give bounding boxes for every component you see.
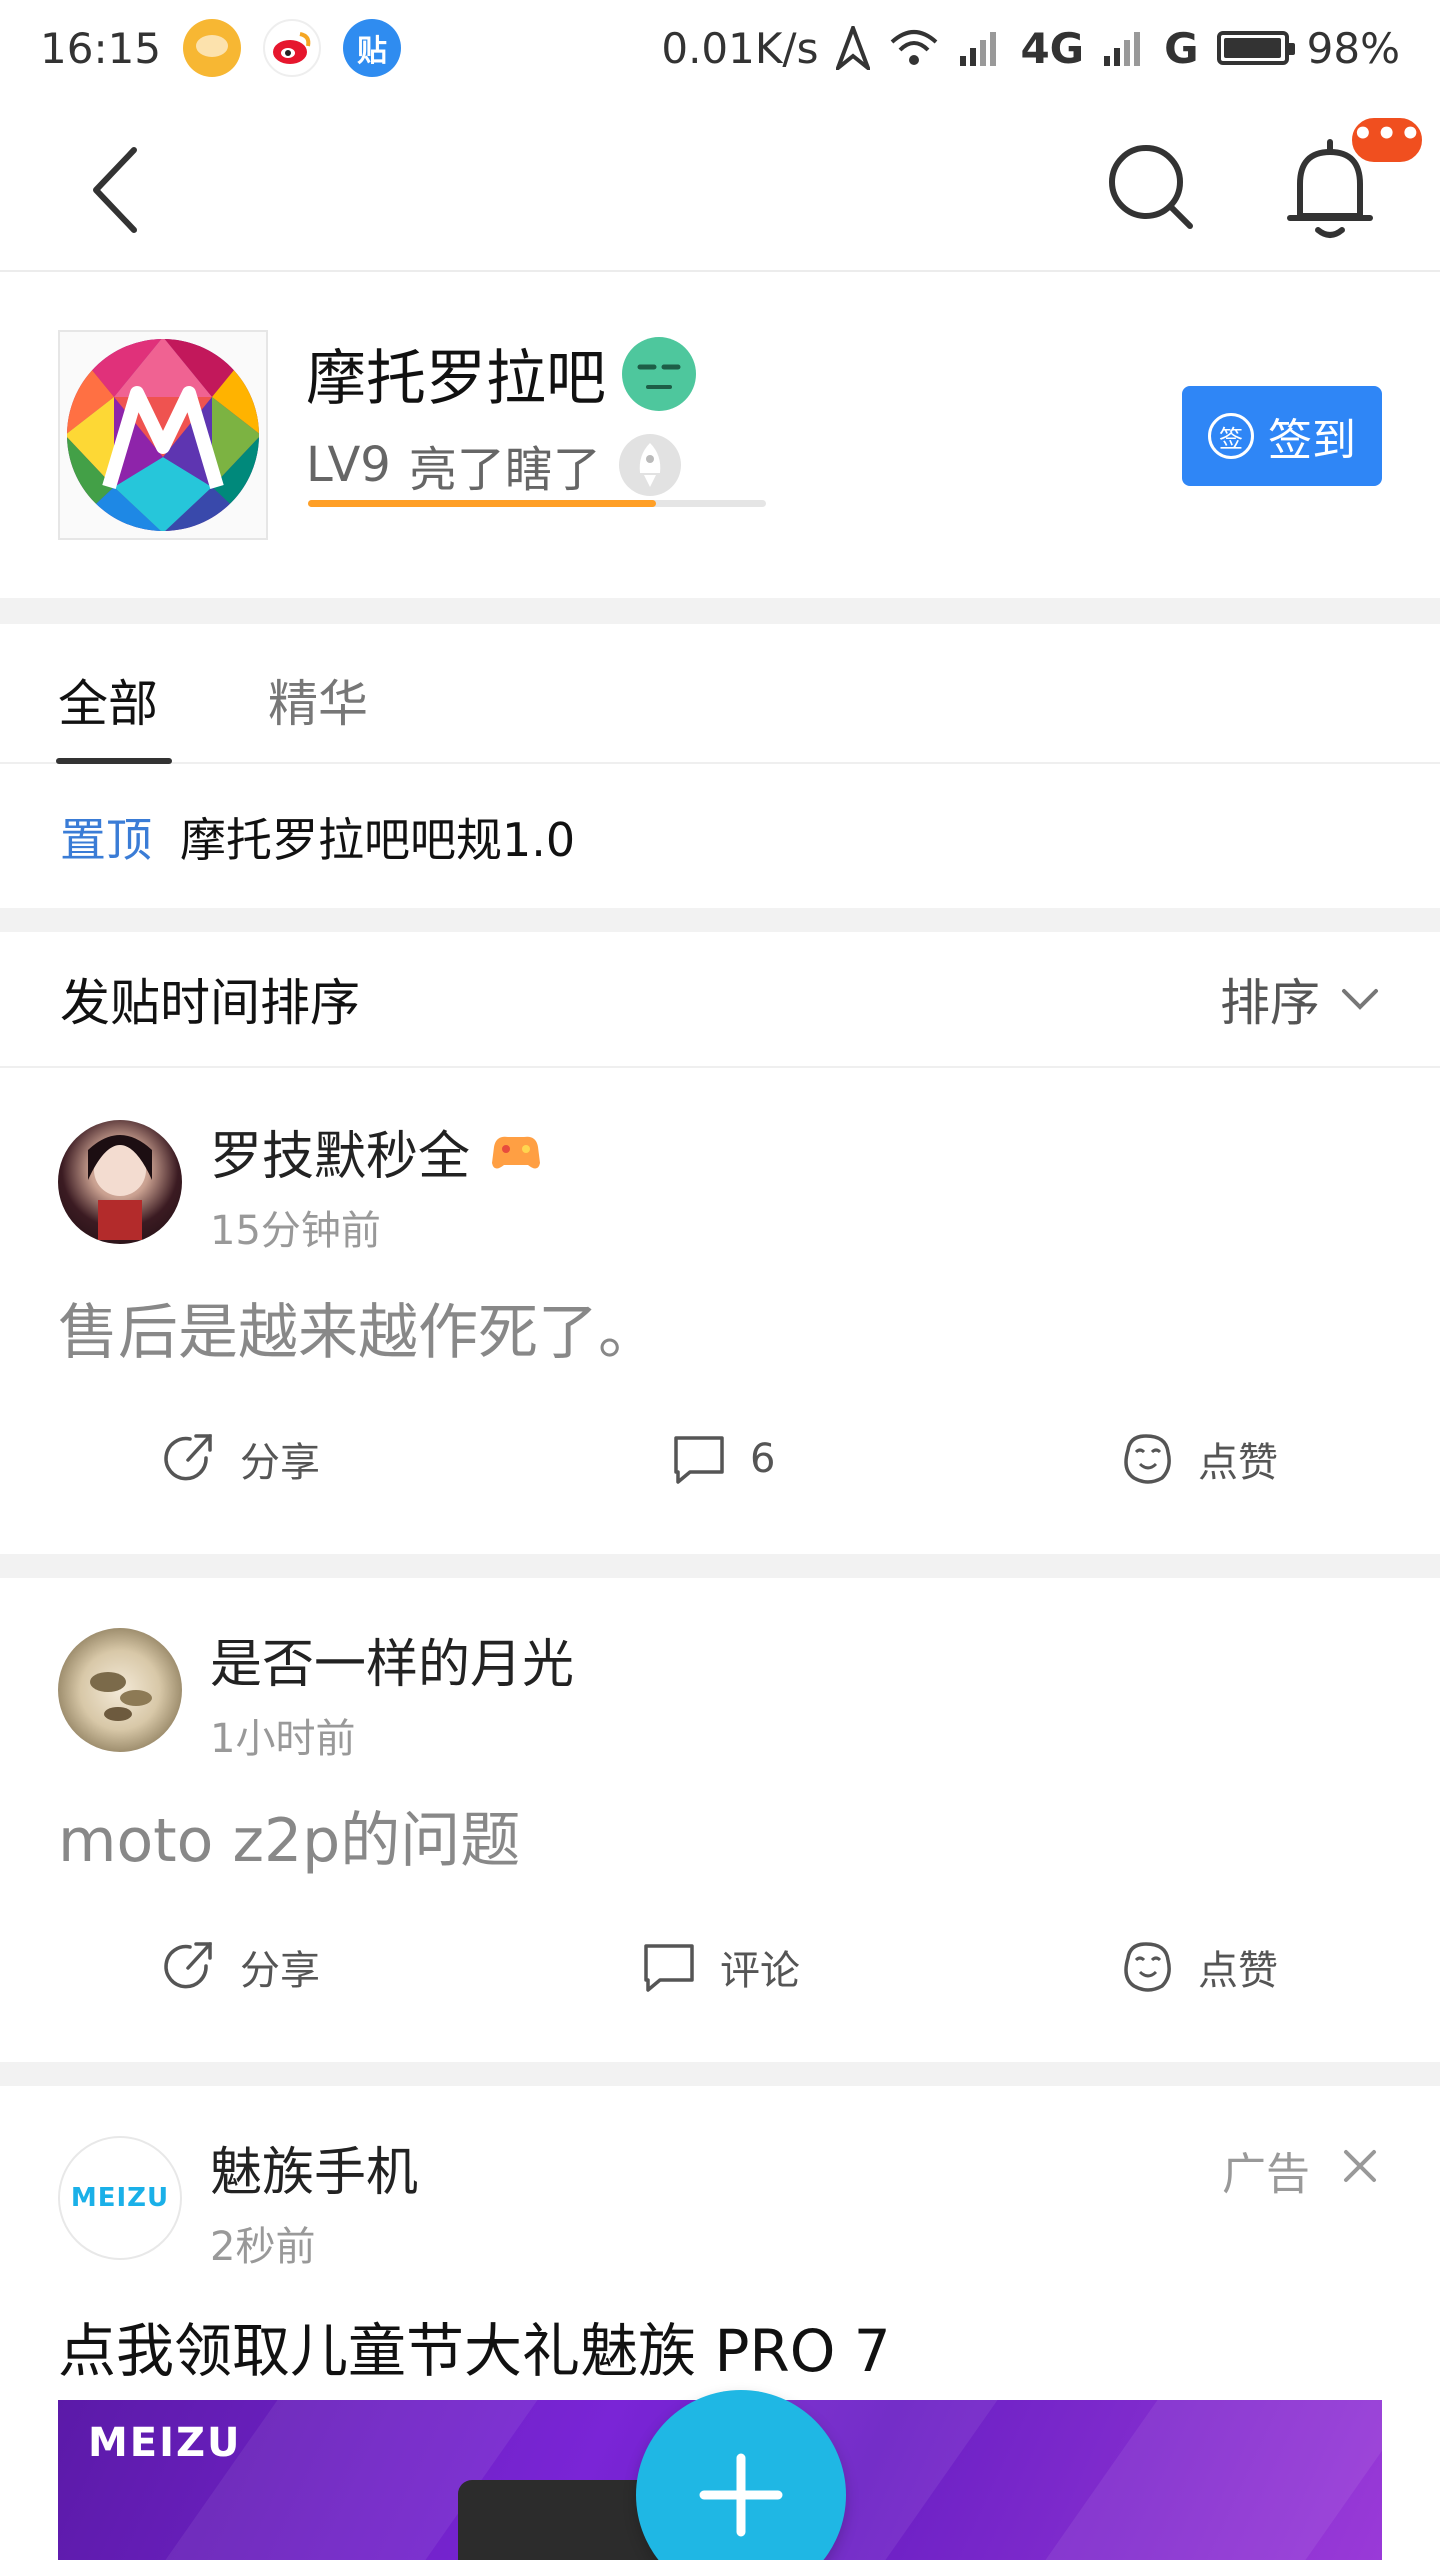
signin-icon: 签: [1208, 413, 1254, 459]
ad-title[interactable]: 点我领取儿童节大礼魅族 PRO 7: [58, 2304, 891, 2388]
network-g-label: G: [1164, 23, 1199, 73]
share-button[interactable]: 分享: [160, 1938, 320, 1996]
like-button[interactable]: 点赞: [1118, 1430, 1278, 1488]
like-label: 点赞: [1198, 1948, 1278, 1994]
section-divider: [0, 1554, 1440, 1578]
signin-label: 签到: [1268, 415, 1356, 466]
forum-level-row: LV9 亮了瞎了: [306, 430, 681, 500]
sort-button-label: 排序: [1220, 974, 1320, 1032]
chat-bubble-icon: [183, 19, 242, 77]
ad-time: 2秒前: [210, 2224, 316, 2270]
member-emoji-icon: [622, 336, 696, 411]
back-arrow-icon[interactable]: [70, 140, 170, 240]
motorola-logo-icon: [67, 339, 259, 531]
game-badge-icon: [492, 1136, 541, 1169]
level-progress-bar: [308, 500, 766, 507]
pinned-post[interactable]: 置顶 摩托罗拉吧吧规1.0: [0, 766, 1440, 908]
tab-all[interactable]: 全部: [58, 664, 158, 736]
signal-icon-2: [1104, 32, 1141, 66]
user-avatar[interactable]: [58, 1628, 182, 1752]
comment-icon: [674, 1436, 724, 1484]
signal-icon: [960, 32, 997, 66]
tab-bar: 全部 精华: [0, 624, 1440, 764]
tab-featured[interactable]: 精华: [268, 664, 368, 736]
sort-button[interactable]: 排序: [1220, 963, 1380, 1035]
post-username-row: 罗技默秒全: [210, 1114, 544, 1189]
post-time: 1小时前: [210, 1716, 356, 1762]
post-actions: 分享 评论 点赞: [0, 1938, 1440, 2038]
forum-level-title: 亮了瞎了: [408, 442, 601, 498]
post-username[interactable]: 是否一样的月光: [210, 1622, 574, 1697]
battery-icon: [1216, 31, 1295, 65]
ad-advertiser-row: 魅族手机: [210, 2130, 418, 2205]
post-actions: 分享 6 点赞: [0, 1430, 1440, 1530]
status-bar: 16:15 贴 0.01K/s 4G G 98%: [0, 0, 1440, 96]
post-card[interactable]: 罗技默秒全 15分钟前 售后是越来越作死了。 分享 6 点赞: [0, 1070, 1440, 1554]
forum-header: 摩托罗拉吧 LV9 亮了瞎了 签 签到: [0, 272, 1440, 598]
forum-name: 摩托罗拉吧: [306, 344, 606, 414]
post-text[interactable]: 售后是越来越作死了。: [58, 1284, 658, 1371]
section-divider: [0, 2062, 1440, 2086]
post-username[interactable]: 罗技默秒全: [210, 1114, 470, 1189]
top-nav-bar: •••: [0, 96, 1440, 272]
forum-level: LV9: [306, 437, 391, 493]
pinned-tag: 置顶: [60, 813, 152, 867]
close-icon[interactable]: [1340, 2146, 1380, 2186]
sort-bar: 发贴时间排序 排序: [0, 932, 1440, 1068]
weibo-icon: [263, 19, 322, 77]
comment-label: 评论: [720, 1948, 800, 1994]
like-face-icon: [1124, 1434, 1171, 1484]
user-avatar[interactable]: [58, 1120, 182, 1244]
forum-name-row: 摩托罗拉吧: [306, 330, 696, 417]
net-speed: 0.01K/s: [661, 23, 819, 73]
pinned-title: 摩托罗拉吧吧规1.0: [180, 813, 576, 867]
like-label: 点赞: [1198, 1440, 1278, 1486]
advertiser-logo-text: MEIZU: [70, 2183, 170, 2213]
comment-button[interactable]: 评论: [640, 1938, 800, 1996]
active-tab-indicator: [56, 758, 172, 764]
location-icon: [836, 26, 871, 70]
search-icon[interactable]: [1100, 136, 1200, 236]
tieba-forum-page: 16:15 贴 0.01K/s 4G G 98% ••• 摩托罗拉吧 LV9 亮…: [0, 0, 1440, 2560]
wifi-icon: [891, 30, 938, 65]
battery-percent: 98%: [1306, 23, 1400, 73]
section-divider: [0, 598, 1440, 624]
network-4g-label: 4G: [1020, 23, 1085, 73]
level-progress-fill: [308, 500, 657, 507]
post-text[interactable]: moto z2p的问题: [58, 1792, 520, 1879]
comment-icon: [644, 1944, 694, 1992]
ad-banner-brand: MEIZU: [88, 2420, 242, 2466]
share-icon: [164, 1942, 212, 1989]
tieba-icon: 贴: [343, 19, 402, 77]
share-button[interactable]: 分享: [160, 1430, 320, 1488]
forum-logo: [58, 330, 268, 540]
post-time: 15分钟前: [210, 1208, 381, 1254]
share-label: 分享: [240, 1440, 320, 1486]
post-username-row: 是否一样的月光: [210, 1622, 574, 1697]
share-icon: [164, 1434, 212, 1481]
ad-advertiser-name[interactable]: 魅族手机: [210, 2130, 418, 2205]
sort-label: 发贴时间排序: [60, 974, 360, 1032]
comment-button[interactable]: 6: [670, 1430, 775, 1488]
status-time: 16:15: [40, 23, 162, 73]
share-label: 分享: [240, 1948, 320, 1994]
post-card[interactable]: 是否一样的月光 1小时前 moto z2p的问题 分享 评论 点赞: [0, 1578, 1440, 2062]
like-face-icon: [1124, 1942, 1171, 1992]
ad-label: 广告: [1222, 2149, 1310, 2200]
comment-count: 6: [750, 1436, 776, 1482]
signin-button[interactable]: 签 签到: [1182, 386, 1382, 486]
advertiser-avatar[interactable]: MEIZU: [58, 2136, 182, 2260]
notification-badge: •••: [1348, 114, 1426, 166]
rocket-icon: [618, 434, 681, 496]
like-button[interactable]: 点赞: [1118, 1938, 1278, 1996]
section-divider: [0, 908, 1440, 932]
plus-icon: [699, 2453, 783, 2537]
chevron-down-icon: [1342, 989, 1378, 1010]
